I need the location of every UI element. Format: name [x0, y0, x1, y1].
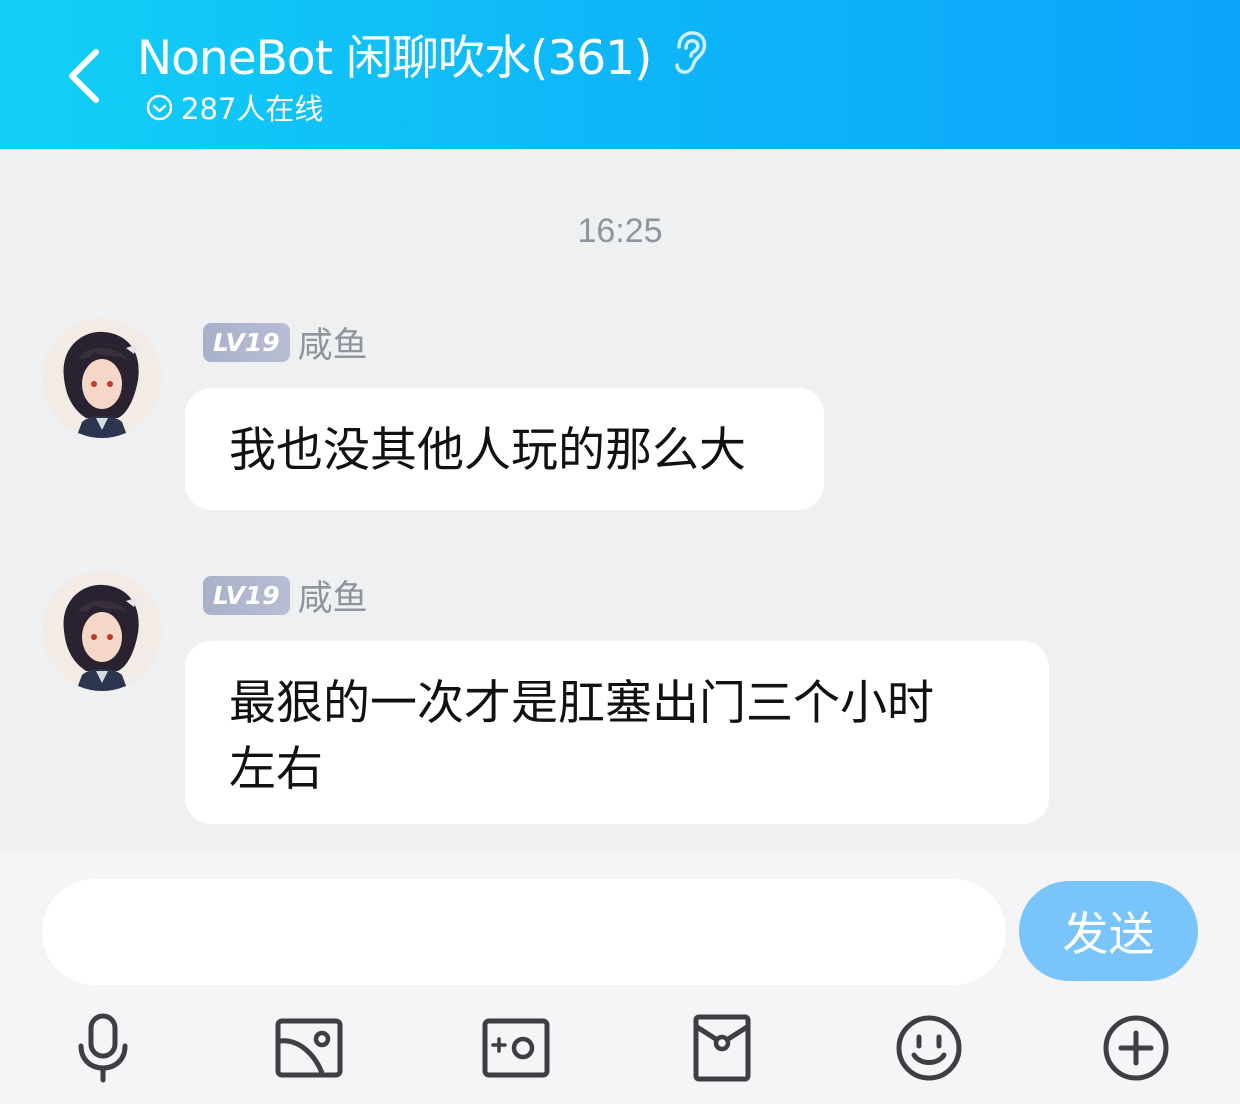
group-title-row[interactable]: NoneBot 闲聊吹水(361) — [137, 22, 709, 86]
input-panel: 发送 — [0, 853, 1240, 1104]
avatar-image — [42, 318, 162, 438]
sender-name[interactable]: 咸鱼 — [298, 317, 368, 368]
voice-button[interactable] — [63, 1008, 143, 1088]
online-check-icon — [146, 94, 173, 120]
microphone-icon — [78, 1013, 128, 1083]
more-button[interactable] — [1096, 1008, 1176, 1088]
message-header: LV19 咸鱼 — [203, 573, 368, 619]
message-input[interactable] — [42, 879, 1006, 985]
message-text-line: 最狠的一次才是肛塞出门三个小时 — [229, 676, 934, 731]
chevron-left-icon — [69, 49, 99, 103]
message-header: LV19 咸鱼 — [203, 320, 368, 366]
message-timestamp: 16:25 — [577, 212, 663, 250]
message-text-line: 我也没其他人玩的那么大 — [229, 423, 746, 478]
message-text-line: 左右 — [229, 742, 323, 797]
red-packet-icon — [693, 1014, 751, 1082]
send-button[interactable]: 发送 — [1019, 881, 1198, 981]
emoji-icon — [896, 1015, 962, 1081]
ear-icon[interactable] — [669, 29, 709, 77]
camera-button[interactable] — [476, 1008, 556, 1088]
message-bubble[interactable]: 我也没其他人玩的那么大 — [185, 388, 824, 510]
image-icon — [275, 1018, 343, 1078]
avatar[interactable] — [42, 318, 162, 438]
camera-icon — [482, 1018, 550, 1078]
emoji-button[interactable] — [889, 1008, 969, 1088]
level-badge: LV19 — [203, 322, 290, 362]
avatar-image — [42, 571, 162, 691]
online-count: 287人在线 — [181, 92, 324, 126]
sender-name[interactable]: 咸鱼 — [298, 570, 368, 621]
plus-icon — [1103, 1015, 1169, 1081]
online-status: 287人在线 — [146, 88, 323, 126]
red-packet-button[interactable] — [682, 1008, 762, 1088]
chat-header: NoneBot 闲聊吹水(361) 287人在线 — [0, 0, 1240, 149]
message-bubble[interactable]: 最狠的一次才是肛塞出门三个小时 左右 — [185, 641, 1049, 824]
level-badge: LV19 — [203, 575, 290, 615]
group-title: NoneBot 闲聊吹水(361) — [137, 30, 652, 86]
back-button[interactable] — [52, 38, 116, 114]
avatar[interactable] — [42, 571, 162, 691]
image-button[interactable] — [269, 1008, 349, 1088]
